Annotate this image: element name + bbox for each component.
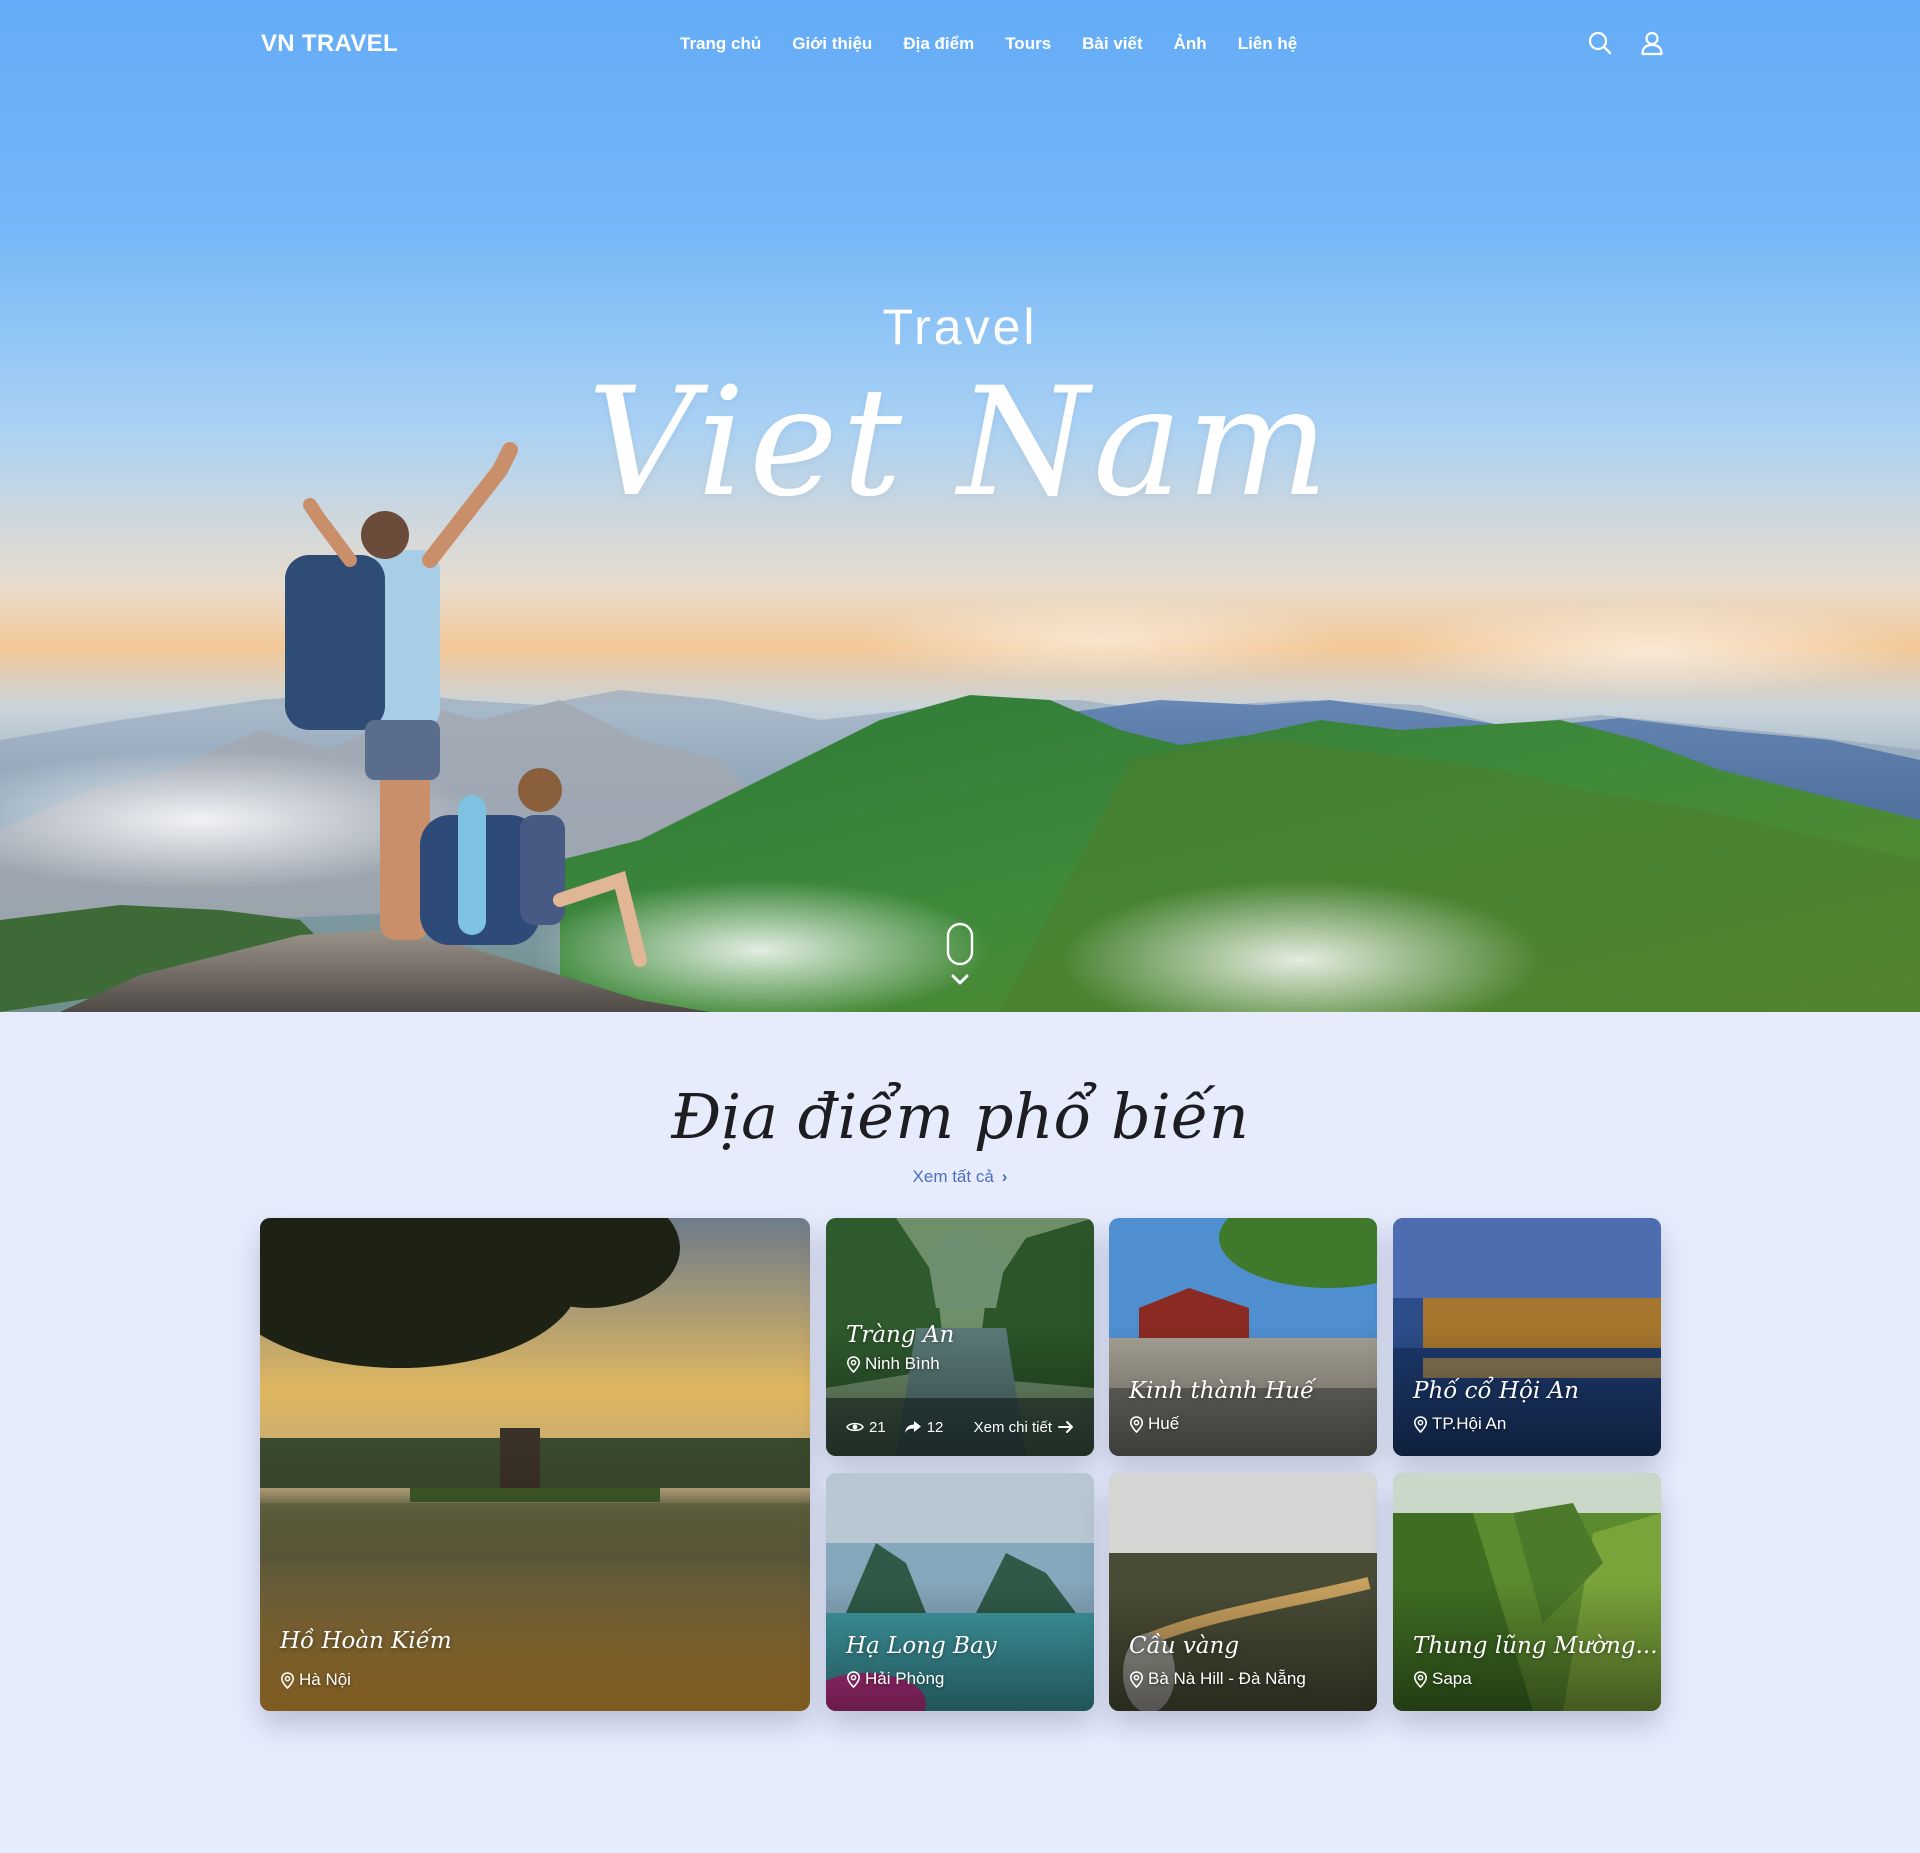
- share-icon: [904, 1421, 921, 1433]
- views-count: 21: [869, 1418, 886, 1436]
- views-stat: 21: [846, 1419, 886, 1436]
- map-pin-icon: [1129, 1415, 1144, 1433]
- nav-item-posts[interactable]: Bài viết: [1082, 34, 1142, 54]
- card-location: Hà Nội: [280, 1670, 351, 1690]
- nav-actions: [1587, 30, 1665, 56]
- card-stats-bar: 21 12 Xem chi tiết: [826, 1398, 1094, 1456]
- card-title: Hạ Long Bay: [846, 1633, 997, 1659]
- search-icon[interactable]: [1587, 30, 1613, 56]
- map-pin-icon: [280, 1671, 295, 1689]
- shares-stat: 12: [904, 1418, 944, 1436]
- card-title: Tràng An: [846, 1322, 955, 1348]
- destination-card-ha-long[interactable]: Hạ Long Bay Hải Phòng: [826, 1473, 1094, 1711]
- destination-card-trang-an[interactable]: Tràng An Ninh Bình 21 12 Xem chi tiết: [826, 1218, 1094, 1456]
- card-location: Hải Phòng: [846, 1669, 944, 1689]
- destinations-title: Địa điểm phổ biến: [671, 1080, 1249, 1153]
- map-pin-icon: [1413, 1670, 1428, 1688]
- map-pin-icon: [1413, 1415, 1428, 1433]
- nav-item-home[interactable]: Trang chủ: [680, 34, 761, 54]
- destination-card-hue[interactable]: Kinh thành Huế Huế: [1109, 1218, 1377, 1456]
- hero-title: Viet Nam: [587, 356, 1333, 530]
- scroll-down-indicator[interactable]: [945, 922, 975, 990]
- nav-item-about[interactable]: Giới thiệu: [792, 34, 872, 54]
- app-root: VN TRAVEL Trang chủ Giới thiệu Địa điểm …: [0, 0, 1920, 1853]
- card-location-label: Bà Nà Hill - Đà Nẵng: [1148, 1669, 1306, 1688]
- destination-card-hoi-an[interactable]: Phố cổ Hội An TP.Hội An: [1393, 1218, 1661, 1456]
- destination-card-sapa[interactable]: Thung lũng Mường... Sapa: [1393, 1473, 1661, 1711]
- hero-banner: VN TRAVEL Trang chủ Giới thiệu Địa điểm …: [0, 0, 1920, 1012]
- eye-icon: [846, 1422, 864, 1432]
- nav-item-tours[interactable]: Tours: [1005, 34, 1051, 54]
- see-all-label: Xem tất cả: [912, 1167, 994, 1186]
- card-location: TP.Hội An: [1413, 1414, 1506, 1434]
- shares-count: 12: [926, 1418, 944, 1436]
- card-location: Sapa: [1413, 1669, 1472, 1689]
- card-location: Bà Nà Hill - Đà Nẵng: [1129, 1669, 1306, 1689]
- see-all-link[interactable]: Xem tất cả ›: [913, 1167, 1008, 1186]
- card-location-label: Hải Phòng: [865, 1669, 945, 1688]
- brand-logo[interactable]: VN TRAVEL: [261, 30, 398, 58]
- user-icon[interactable]: [1639, 30, 1665, 56]
- nav-item-destinations[interactable]: Địa điểm: [903, 34, 974, 54]
- map-pin-icon: [846, 1670, 861, 1688]
- nav-item-contact[interactable]: Liên hệ: [1238, 34, 1298, 54]
- hero-kicker: Travel: [882, 299, 1038, 355]
- card-location-label: Ninh Bình: [865, 1354, 940, 1373]
- chevron-right-icon: ›: [1001, 1167, 1008, 1186]
- card-title: Kinh thành Huế: [1129, 1378, 1315, 1404]
- view-detail-link[interactable]: Xem chi tiết: [974, 1419, 1074, 1436]
- nav-item-photos[interactable]: Ảnh: [1174, 34, 1207, 54]
- card-location-label: Hà Nội: [299, 1670, 351, 1689]
- destination-card-hoan-kiem[interactable]: Hồ Hoàn Kiếm Hà Nội: [260, 1218, 810, 1711]
- card-location-label: TP.Hội An: [1432, 1414, 1507, 1433]
- map-pin-icon: [846, 1355, 861, 1373]
- card-location-label: Sapa: [1432, 1669, 1472, 1688]
- card-title: Thung lũng Mường...: [1413, 1633, 1658, 1659]
- arrow-right-icon: [1058, 1421, 1073, 1433]
- card-location: Huế: [1129, 1414, 1179, 1434]
- card-title: Phố cổ Hội An: [1413, 1378, 1579, 1404]
- map-pin-icon: [1129, 1670, 1144, 1688]
- destination-card-cau-vang[interactable]: Cầu vàng Bà Nà Hill - Đà Nẵng: [1109, 1473, 1377, 1711]
- card-location-label: Huế: [1148, 1414, 1180, 1433]
- card-location: Ninh Bình: [846, 1354, 940, 1374]
- main-nav: Trang chủ Giới thiệu Địa điểm Tours Bài …: [680, 34, 1297, 54]
- view-detail-label: Xem chi tiết: [973, 1418, 1052, 1436]
- card-title: Cầu vàng: [1129, 1633, 1240, 1659]
- card-title: Hồ Hoàn Kiếm: [280, 1628, 452, 1654]
- see-all-row: Xem tất cả ›: [0, 1167, 1920, 1187]
